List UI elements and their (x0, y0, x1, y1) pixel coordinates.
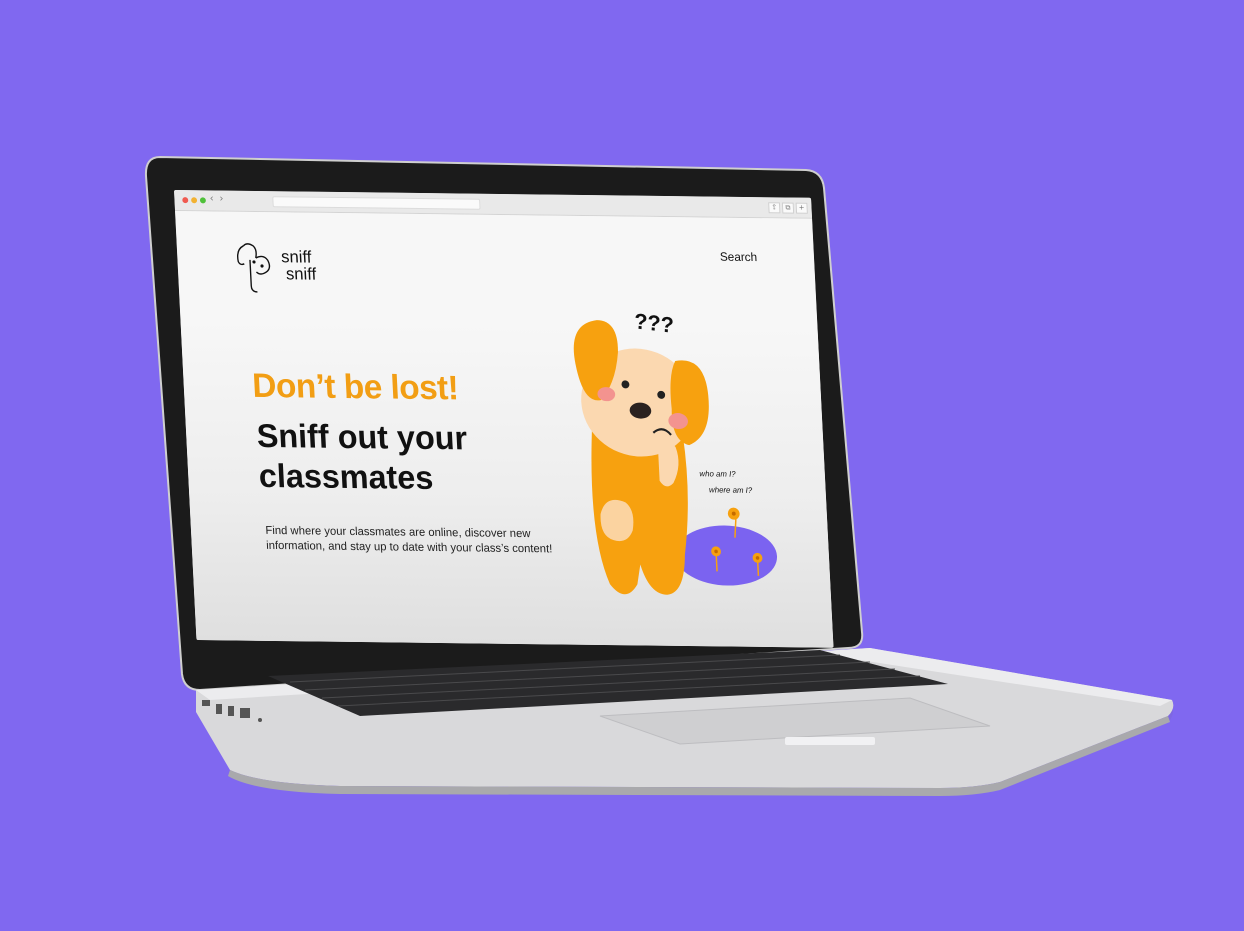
forward-arrow-icon[interactable]: › (219, 194, 223, 205)
browser-window: ‹ › ⇪ ⧉ + sniff sniff Search Don’t be lo… (174, 190, 834, 648)
back-arrow-icon[interactable]: ‹ (209, 193, 213, 204)
minimize-dot-icon[interactable] (191, 197, 198, 204)
thought-text-1: who am I? (699, 469, 736, 479)
hero-headline: Sniff out your classmates (256, 416, 470, 499)
logo-text-line1: sniff (280, 247, 312, 267)
maximize-dot-icon[interactable] (199, 197, 207, 204)
share-icon[interactable]: ⇪ (768, 202, 781, 214)
new-tab-icon[interactable]: + (795, 202, 808, 214)
close-dot-icon[interactable] (182, 197, 189, 204)
thought-text-2: where am I? (708, 485, 753, 495)
hero-headline-line2: classmates (257, 456, 435, 496)
dog-outline-icon (236, 243, 271, 293)
tabs-icon[interactable]: ⧉ (781, 202, 795, 214)
puddle-shape (675, 525, 778, 586)
address-bar[interactable] (272, 196, 481, 210)
logo-text-line2: sniff (285, 264, 317, 284)
sniff-sniff-logo[interactable]: sniff sniff (231, 236, 342, 297)
confused-dog-illustration: ??? who am I? where am I? (567, 304, 807, 607)
laptop-screen: ‹ › ⇪ ⧉ + sniff sniff Search Don’t be lo… (174, 190, 834, 648)
landing-page: sniff sniff Search Don’t be lost! Sniff … (175, 211, 834, 648)
hero-headline-line1: Sniff out your (255, 416, 468, 457)
hero-headline-accent: Don’t be lost! (251, 366, 460, 408)
question-marks: ??? (634, 308, 675, 338)
search-link[interactable]: Search (720, 250, 758, 264)
hero-description: Find where your classmates are online, d… (265, 524, 561, 558)
